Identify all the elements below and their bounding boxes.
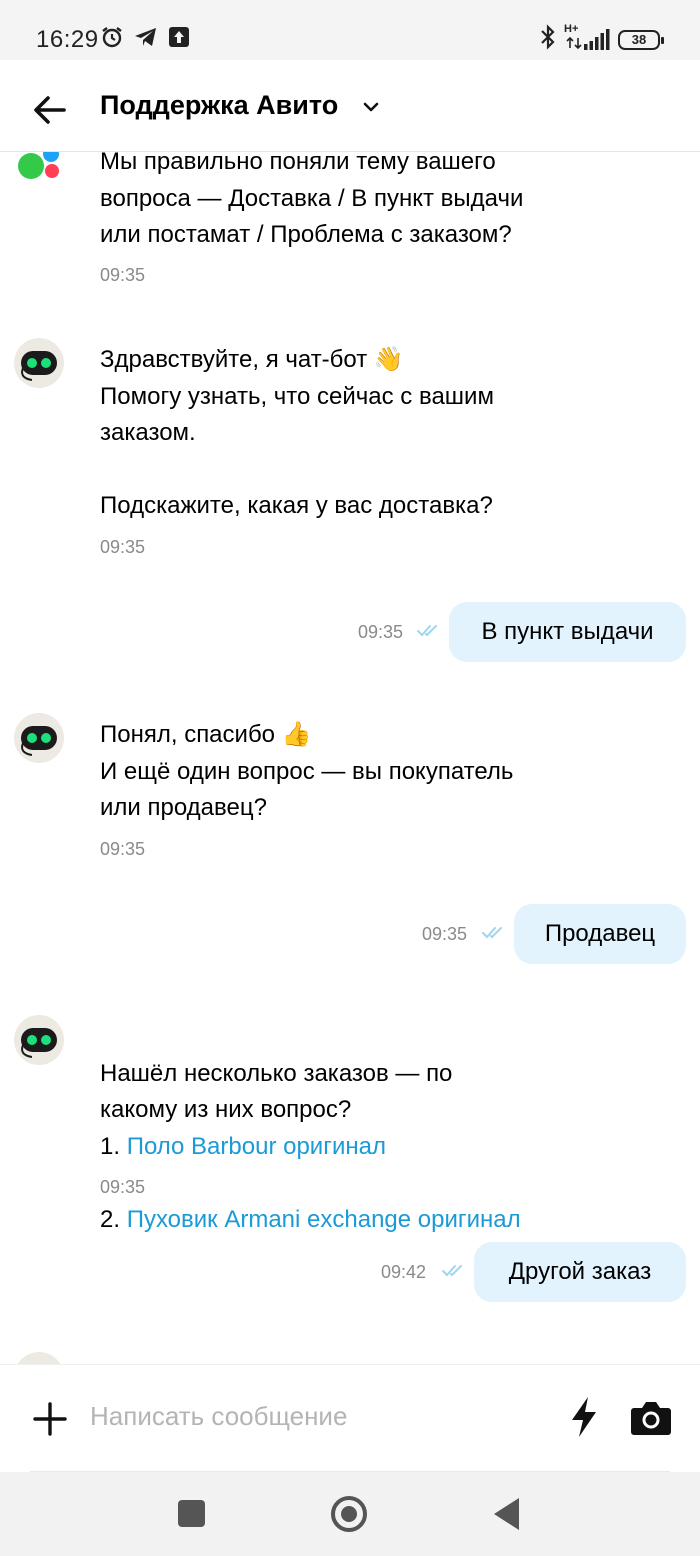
status-bar: 16:29 H+ 38	[0, 0, 700, 60]
order-link[interactable]: Пуховик Armani exchange оригинал	[127, 1206, 521, 1233]
list-number: 1.	[100, 1132, 127, 1160]
message-time: 09:42	[381, 1262, 427, 1282]
lightning-icon	[572, 1397, 596, 1437]
bot-avatar	[14, 338, 64, 388]
bot-avatar	[14, 1352, 64, 1364]
double-check-icon	[482, 927, 502, 939]
message-composer: Написать сообщение	[0, 1364, 700, 1473]
battery-indicator: 38	[618, 29, 664, 50]
robot-icon	[21, 726, 57, 756]
message-time: 09:35	[100, 265, 146, 285]
robot-icon	[21, 1028, 57, 1058]
message-list[interactable]: Мы правильно поняли тему вашего вопроса …	[0, 152, 700, 1364]
plus-icon	[33, 1402, 67, 1436]
outgoing-message[interactable]: Продавец	[514, 904, 686, 964]
incoming-message: Здравствуйте, я чат-бот 👋 Помогу узнать,…	[100, 346, 494, 519]
back-button[interactable]	[28, 88, 72, 132]
double-check-icon	[442, 1265, 462, 1277]
home-button[interactable]	[331, 1496, 367, 1532]
outgoing-message[interactable]: Другой заказ	[474, 1242, 686, 1302]
telegram-icon	[134, 26, 158, 53]
robot-icon	[21, 351, 57, 381]
incoming-message: Мы правильно поняли тему вашего вопроса …	[100, 152, 524, 248]
battery-level: 38	[631, 32, 647, 47]
attach-button[interactable]	[30, 1399, 70, 1439]
message-time: 09:35	[422, 924, 468, 944]
camera-icon	[631, 1402, 671, 1435]
chevron-down-icon[interactable]	[362, 100, 380, 118]
recent-apps-button[interactable]	[178, 1500, 205, 1527]
signal-icon: H+	[564, 23, 610, 53]
message-time: 09:35	[100, 537, 146, 557]
outgoing-message[interactable]: В пункт выдачи	[449, 602, 686, 662]
camera-button[interactable]	[630, 1399, 672, 1437]
chat-header: Поддержка Авито	[0, 60, 700, 152]
bot-avatar	[14, 1015, 64, 1065]
status-time: 16:29	[36, 26, 99, 53]
message-time: 09:35	[358, 622, 404, 642]
quick-replies-button[interactable]	[566, 1395, 602, 1439]
message-input[interactable]: Написать сообщение	[90, 1401, 347, 1432]
message-body: Нашёл несколько заказов — по какому из н…	[100, 1059, 453, 1124]
avito-logo-avatar	[14, 152, 64, 186]
incoming-message: Понял, спасибо 👍 И ещё один вопрос — вы …	[100, 721, 514, 821]
chat-title[interactable]: Поддержка Авито	[100, 90, 338, 121]
double-check-icon	[417, 625, 437, 637]
list-number: 2.	[100, 1205, 127, 1233]
message-time: 09:35	[100, 839, 146, 859]
robot-icon	[14, 1352, 64, 1364]
bot-avatar	[14, 713, 64, 763]
system-navigation-bar	[0, 1472, 700, 1556]
arrow-left-icon	[34, 96, 66, 124]
message-time: 09:35	[100, 1177, 146, 1197]
order-list-item: 1. Поло Barbour оригинал	[100, 1129, 521, 1166]
bluetooth-icon	[540, 24, 556, 55]
order-list-item: 2. Пуховик Armani exchange оригинал	[100, 1202, 521, 1239]
system-back-button[interactable]	[494, 1498, 519, 1530]
incoming-message: Нашёл несколько заказов — по какому из н…	[100, 1019, 521, 1275]
order-link[interactable]: Поло Barbour оригинал	[127, 1133, 386, 1160]
alarm-icon	[100, 25, 124, 54]
upload-icon	[168, 26, 190, 53]
